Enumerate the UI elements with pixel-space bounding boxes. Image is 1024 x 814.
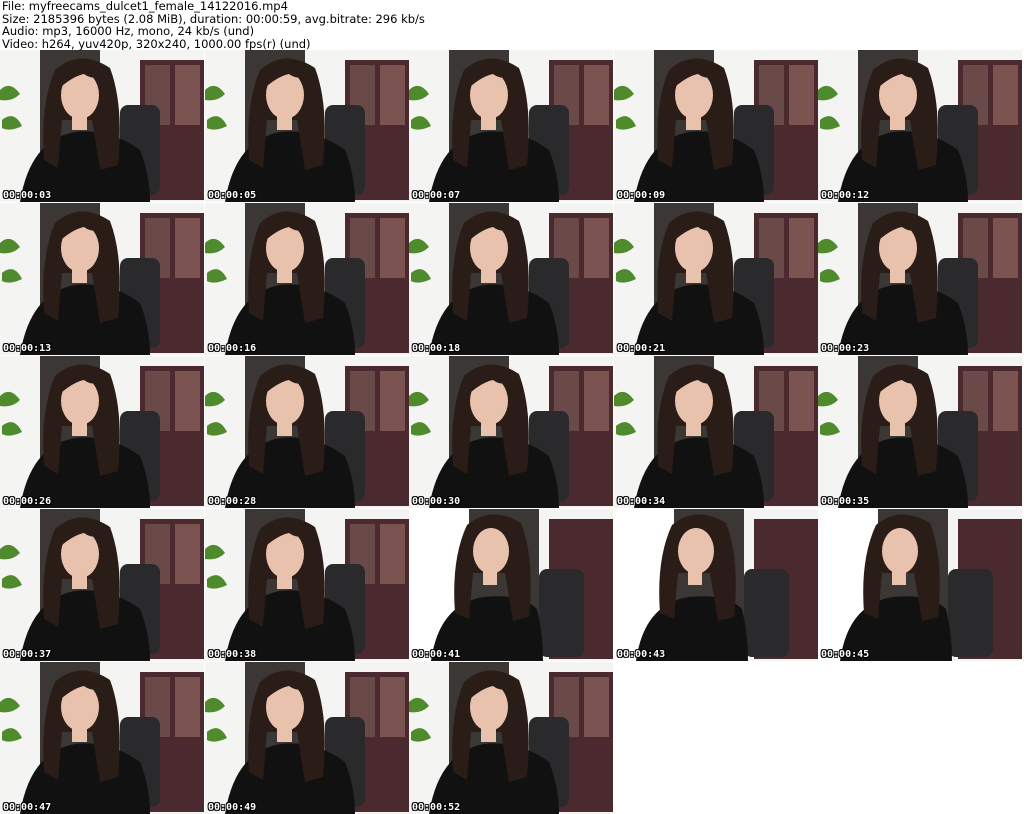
video-thumbnail: 00:00:37 <box>0 509 204 661</box>
thumbnail-frame-image <box>205 509 409 661</box>
video-thumbnail: 00:00:52 <box>409 662 613 814</box>
video-thumbnail: 00:00:45 <box>818 509 1022 661</box>
thumbnail-timestamp: 00:00:12 <box>821 190 870 201</box>
video-thumbnail: 00:00:35 <box>818 356 1022 508</box>
video-thumbnail: 00:00:18 <box>409 203 613 355</box>
thumbnail-frame-image <box>614 50 818 202</box>
thumbnail-frame-image <box>0 356 204 508</box>
thumbnail-timestamp: 00:00:21 <box>617 343 666 354</box>
thumbnail-frame-image <box>409 50 613 202</box>
audio-info-line: Audio: mp3, 16000 Hz, mono, 24 kb/s (und… <box>2 24 255 38</box>
video-thumbnail: 00:00:26 <box>0 356 204 508</box>
video-info-line: Video: h264, yuv420p, 320x240, 1000.00 f… <box>2 36 311 51</box>
thumbnail-timestamp: 00:00:47 <box>3 802 52 813</box>
thumbnail-frame-image <box>0 509 204 661</box>
video-thumbnail: 00:00:05 <box>205 50 409 202</box>
thumbnail-frame-image <box>0 50 204 202</box>
thumbnail-frame-image <box>818 203 1022 355</box>
thumbnail-timestamp: 00:00:41 <box>412 649 461 660</box>
thumbnail-timestamp: 00:00:07 <box>412 190 461 201</box>
thumbnail-timestamp: 00:00:43 <box>617 649 666 660</box>
thumbnail-timestamp: 00:00:38 <box>208 649 257 660</box>
thumbnail-timestamp: 00:00:37 <box>3 649 52 660</box>
video-info-header: File: myfreecams_dulcet1_female_14122016… <box>2 0 1022 50</box>
thumbnail-frame-image <box>614 203 818 355</box>
thumbnail-frame-image <box>409 662 613 814</box>
video-thumbnail: 00:00:34 <box>614 356 818 508</box>
thumbnail-frame-image <box>205 356 409 508</box>
thumbnail-timestamp: 00:00:23 <box>821 343 870 354</box>
thumbnail-timestamp: 00:00:18 <box>412 343 461 354</box>
thumbnail-frame-image <box>818 356 1022 508</box>
video-thumbnail: 00:00:16 <box>205 203 409 355</box>
thumbnail-frame-image <box>205 203 409 355</box>
thumbnail-timestamp: 00:00:09 <box>617 190 666 201</box>
thumbnail-frame-image <box>409 203 613 355</box>
video-thumbnail: 00:00:38 <box>205 509 409 661</box>
video-thumbnail: 00:00:49 <box>205 662 409 814</box>
video-thumbnail: 00:00:28 <box>205 356 409 508</box>
thumbnail-timestamp: 00:00:16 <box>208 343 257 354</box>
file-name-line: File: myfreecams_dulcet1_female_14122016… <box>2 0 288 13</box>
thumbnail-frame-image <box>205 662 409 814</box>
thumbnail-frame-image <box>0 662 204 814</box>
video-thumbnail: 00:00:09 <box>614 50 818 202</box>
video-thumbnail: 00:00:13 <box>0 203 204 355</box>
thumbnail-timestamp: 00:00:26 <box>3 496 52 507</box>
thumbnail-frame-image <box>614 509 818 661</box>
thumbnail-timestamp: 00:00:34 <box>617 496 666 507</box>
thumbnail-timestamp: 00:00:28 <box>208 496 257 507</box>
video-thumbnail: 00:00:23 <box>818 203 1022 355</box>
video-thumbnail: 00:00:07 <box>409 50 613 202</box>
video-thumbnail: 00:00:30 <box>409 356 613 508</box>
thumbnail-frame-image <box>409 509 613 661</box>
video-thumbnail: 00:00:21 <box>614 203 818 355</box>
thumbnail-frame-image <box>409 356 613 508</box>
video-thumbnail: 00:00:12 <box>818 50 1022 202</box>
thumbnail-timestamp: 00:00:35 <box>821 496 870 507</box>
thumbnail-timestamp: 00:00:49 <box>208 802 257 813</box>
video-thumbnail: 00:00:47 <box>0 662 204 814</box>
thumbnail-timestamp: 00:00:05 <box>208 190 257 201</box>
thumbnail-frame-image <box>818 509 1022 661</box>
thumbnail-timestamp: 00:00:13 <box>3 343 52 354</box>
thumbnail-timestamp: 00:00:03 <box>3 190 52 201</box>
video-thumbnail: 00:00:43 <box>614 509 818 661</box>
video-thumbnail: 00:00:41 <box>409 509 613 661</box>
thumbnail-timestamp: 00:00:52 <box>412 802 461 813</box>
thumbnail-frame-image <box>818 50 1022 202</box>
thumbnail-timestamp: 00:00:45 <box>821 649 870 660</box>
video-thumbnail: 00:00:03 <box>0 50 204 202</box>
thumbnail-frame-image <box>205 50 409 202</box>
thumbnail-frame-image <box>0 203 204 355</box>
thumbnail-timestamp: 00:00:30 <box>412 496 461 507</box>
thumbnail-frame-image <box>614 356 818 508</box>
